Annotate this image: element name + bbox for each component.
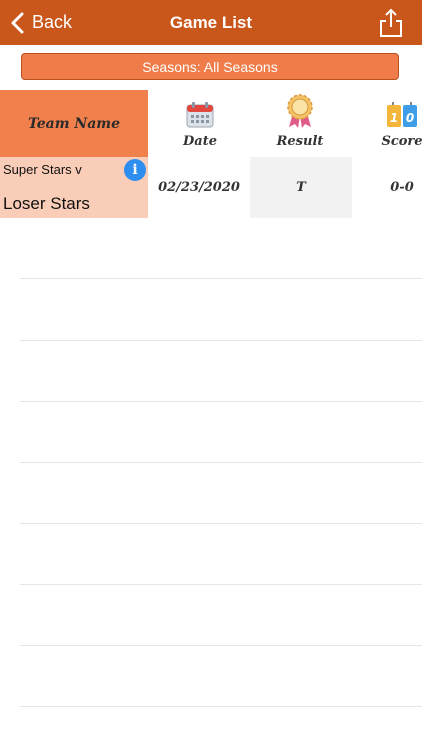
back-button[interactable]: Back: [10, 0, 72, 45]
row-separator: [20, 706, 422, 707]
row-separator: [20, 278, 422, 279]
row-separator: [20, 340, 422, 341]
score-column-label: Score: [381, 134, 422, 149]
row-separator: [20, 584, 422, 585]
result-column-header[interactable]: Result: [260, 90, 340, 157]
score-cell: 0-0: [390, 180, 414, 195]
scoreboard-digit-right: 0: [406, 111, 414, 125]
season-filter-button[interactable]: Seasons: All Seasons: [21, 53, 399, 80]
date-column-header[interactable]: Date: [160, 90, 240, 157]
team-name-column-header[interactable]: Team Name: [0, 90, 148, 157]
back-label: Back: [32, 12, 73, 32]
date-cell: 02/23/2020: [158, 180, 240, 195]
result-cell: T: [250, 157, 352, 218]
row-separator: [20, 401, 422, 402]
share-icon[interactable]: [378, 8, 404, 38]
info-icon[interactable]: i: [124, 159, 146, 181]
team-away-name: Loser Stars: [3, 194, 90, 213]
score-column-header[interactable]: 1 0 Score: [362, 90, 422, 157]
row-separator: [20, 523, 422, 524]
calendar-icon: [186, 102, 214, 128]
row-separator: [20, 462, 422, 463]
chevron-left-icon: [11, 12, 24, 33]
date-column-label: Date: [183, 134, 217, 149]
result-column-label: Result: [276, 134, 324, 149]
scoreboard-digit-left: 1: [390, 111, 398, 125]
row-separator: [20, 645, 422, 646]
team-home-name: Super Stars v: [3, 162, 82, 177]
scoreboard-icon: 1 0: [387, 102, 417, 127]
award-ribbon-icon: [287, 94, 313, 128]
navigation-bar: Back Game List: [0, 0, 422, 45]
